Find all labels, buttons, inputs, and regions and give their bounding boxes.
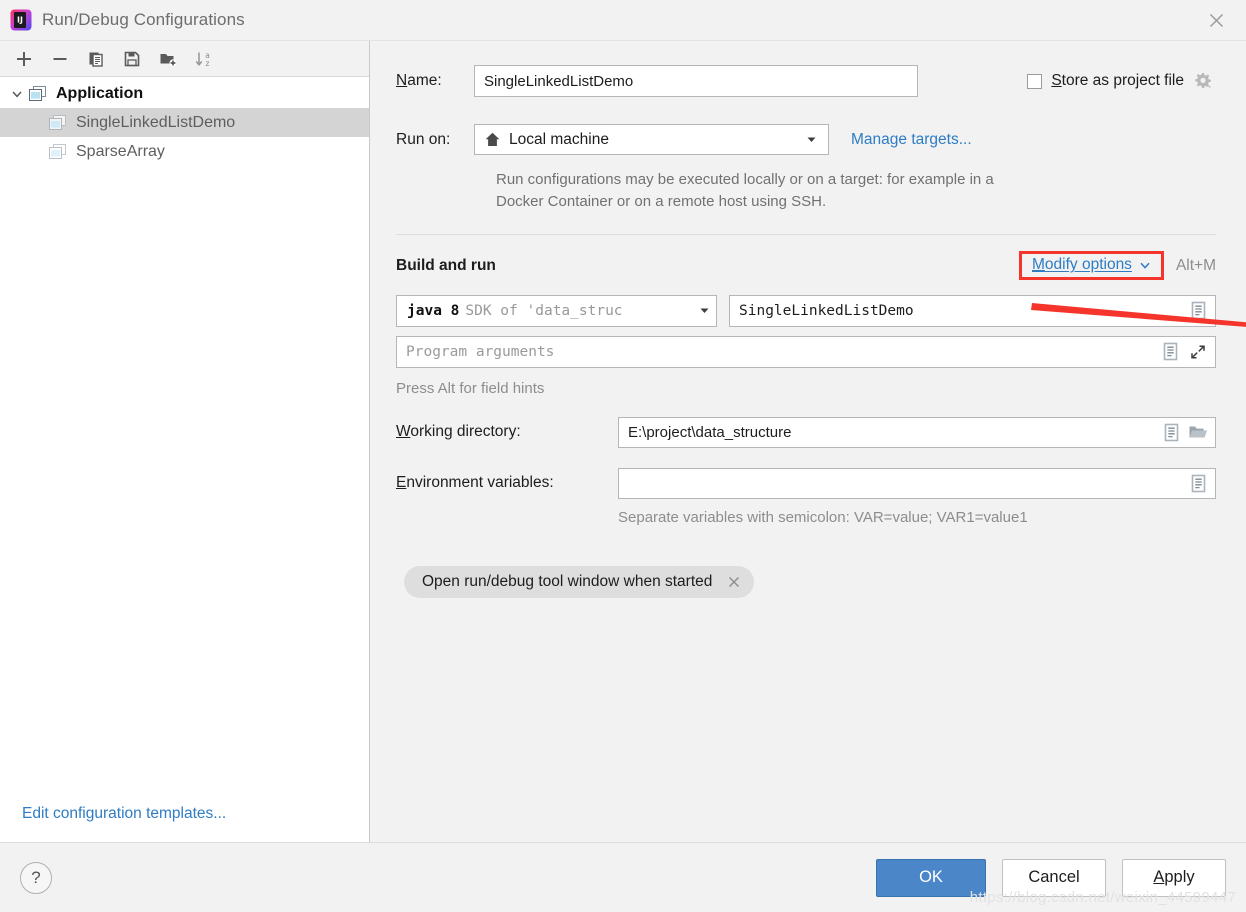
jre-sdk-dropdown[interactable]: java 8 SDK of 'data_struc — [396, 294, 717, 327]
working-directory-label: Working directory: — [396, 423, 521, 440]
field-hints-text: Press Alt for field hints — [396, 379, 545, 397]
save-floppy-icon[interactable] — [116, 45, 148, 73]
svg-text:z: z — [206, 59, 210, 68]
dialog-body: a z Application SingleLinkedListDemo Spa… — [0, 40, 1246, 842]
name-input-value: SingleLinkedListDemo — [484, 72, 634, 90]
application-config-icon — [48, 113, 68, 133]
environment-variables-label: Environment variables: — [396, 474, 554, 491]
name-input[interactable]: SingleLinkedListDemo — [474, 65, 918, 97]
tree-item-application-group[interactable]: Application — [0, 79, 369, 108]
intellij-idea-logo-icon: IJ — [10, 9, 32, 31]
tree-item-label: Application — [56, 84, 144, 102]
program-arguments-placeholder: Program arguments — [406, 343, 555, 360]
home-icon — [484, 131, 501, 148]
environment-variables-hint: Separate variables with semicolon: VAR=v… — [618, 508, 1028, 526]
program-arguments-row: Program arguments — [396, 335, 1216, 368]
section-divider — [396, 233, 1216, 235]
chevron-down-icon — [1139, 259, 1151, 271]
name-row: Name: SingleLinkedListDemo Store as proj… — [396, 65, 1216, 97]
working-directory-input[interactable]: E:\project\data_structure — [618, 416, 1216, 448]
add-configuration-button[interactable] — [8, 45, 40, 73]
name-label: Name: — [396, 72, 442, 89]
sort-alphabetically-icon[interactable]: a z — [188, 45, 220, 73]
manage-targets-link[interactable]: Manage targets... — [851, 131, 972, 149]
open-run-debug-tool-window-chip[interactable]: Open run/debug tool window when started — [404, 565, 755, 598]
main-class-input[interactable]: SingleLinkedListDemo — [729, 294, 1216, 327]
tree-item-singlelinkedlistdemo[interactable]: SingleLinkedListDemo — [0, 108, 369, 137]
remove-configuration-button[interactable] — [44, 45, 76, 73]
tree-item-label: SparseArray — [76, 142, 165, 160]
run-on-dropdown[interactable]: Local machine — [474, 124, 829, 155]
configurations-panel: a z Application SingleLinkedListDemo Spa… — [0, 41, 370, 842]
svg-text:IJ: IJ — [17, 16, 23, 25]
run-on-row: Run on: Local machine Manage targets... — [396, 124, 1216, 155]
application-group-icon — [28, 84, 48, 104]
triangle-down-icon[interactable] — [696, 304, 711, 317]
dialog-title: Run/Debug Configurations — [42, 10, 245, 29]
question-mark-icon: ? — [31, 867, 41, 887]
folder-open-icon[interactable] — [1187, 421, 1209, 443]
apply-button[interactable]: Apply — [1122, 858, 1226, 897]
expand-editor-icon[interactable] — [1187, 341, 1209, 363]
application-config-icon — [48, 142, 68, 162]
working-directory-value: E:\project\data_structure — [628, 423, 792, 441]
sdk-main-text: java 8 — [407, 302, 460, 319]
modify-options-label: Modify options — [1031, 256, 1132, 273]
store-as-project-file-checkbox[interactable] — [1027, 73, 1043, 89]
modify-options-group: Modify options Alt+M — [1018, 251, 1216, 280]
program-arguments-input[interactable]: Program arguments — [396, 335, 1216, 368]
gear-dropdown-icon[interactable] — [1192, 70, 1214, 92]
expand-macro-icon[interactable] — [1187, 300, 1209, 322]
ok-button[interactable]: OK — [876, 858, 986, 897]
run-debug-configurations-dialog: IJ Run/Debug Configurations a z Applicat… — [0, 0, 1246, 912]
expand-macro-icon[interactable] — [1187, 472, 1209, 494]
close-icon[interactable] — [724, 572, 744, 592]
build-and-run-title: Build and run — [396, 256, 496, 274]
chip-label: Open run/debug tool window when started — [422, 572, 713, 590]
configurations-tree[interactable]: Application SingleLinkedListDemo SparseA… — [0, 77, 369, 786]
configurations-toolbar: a z — [0, 41, 369, 77]
dialog-footer: ? OK Cancel Apply https://blog.csdn.net/… — [0, 842, 1246, 912]
environment-variables-row: Environment variables: — [396, 467, 1216, 499]
main-class-value: SingleLinkedListDemo — [739, 302, 914, 319]
copy-configuration-button[interactable] — [80, 45, 112, 73]
working-directory-row: Working directory: E:\project\data_struc… — [396, 416, 1216, 448]
expand-macro-icon[interactable] — [1159, 341, 1181, 363]
run-on-description: Run configurations may be executed local… — [496, 171, 994, 210]
close-icon[interactable] — [1194, 4, 1238, 36]
chevron-down-icon[interactable] — [6, 83, 28, 105]
run-on-value: Local machine — [509, 130, 609, 148]
run-on-label: Run on: — [396, 130, 451, 148]
expand-macro-icon[interactable] — [1160, 421, 1182, 443]
folder-add-icon[interactable] — [152, 45, 184, 73]
store-as-project-file-label[interactable]: Store as project file — [1051, 72, 1184, 90]
chevron-down-icon[interactable] — [805, 133, 822, 146]
modify-options-shortcut: Alt+M — [1175, 256, 1216, 274]
configuration-editor-panel: Name: SingleLinkedListDemo Store as proj… — [370, 41, 1246, 842]
cancel-button[interactable]: Cancel — [1002, 858, 1106, 897]
tree-item-label: SingleLinkedListDemo — [76, 113, 236, 131]
store-as-project-file-group: Store as project file — [1027, 70, 1216, 92]
sdk-and-main-class-row: java 8 SDK of 'data_struc SingleLinkedLi… — [396, 294, 1216, 327]
build-and-run-header: Build and run Modify options Alt+M — [396, 251, 1216, 281]
modify-options-button[interactable]: Modify options — [1018, 251, 1164, 280]
option-chips: Open run/debug tool window when started — [396, 565, 1216, 598]
edit-configuration-templates-link[interactable]: Edit configuration templates... — [22, 805, 226, 823]
left-panel-footer: Edit configuration templates... — [0, 786, 369, 842]
footer-buttons: OK Cancel Apply — [876, 858, 1226, 897]
sdk-rest-text: SDK of 'data_struc — [465, 302, 623, 319]
environment-variables-input[interactable] — [618, 467, 1216, 499]
tree-item-sparsearray[interactable]: SparseArray — [0, 137, 369, 166]
dialog-title-bar: IJ Run/Debug Configurations — [0, 0, 1246, 40]
help-button[interactable]: ? — [20, 861, 52, 894]
